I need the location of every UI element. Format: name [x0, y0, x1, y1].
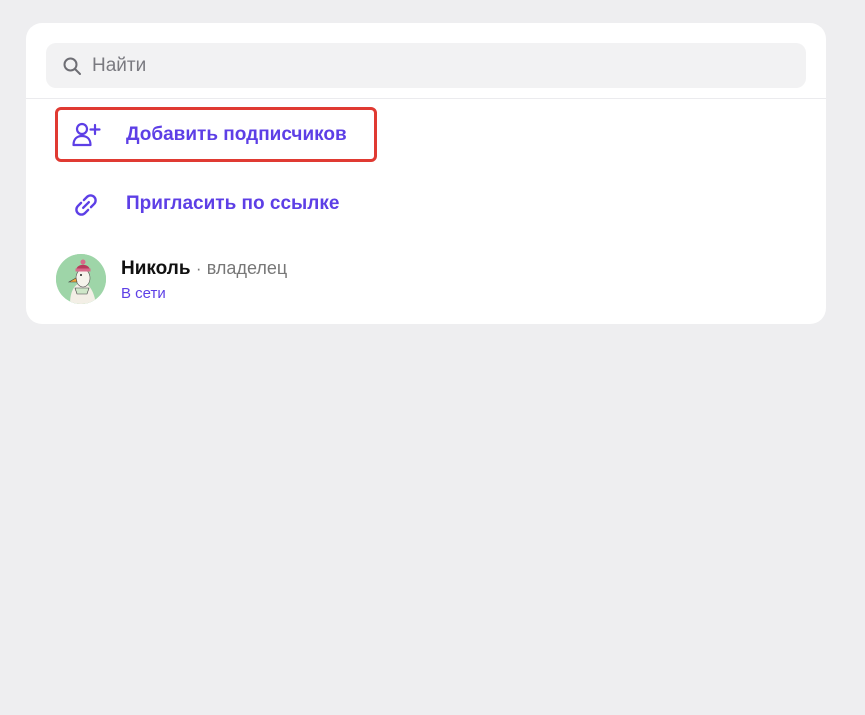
invite-by-link-label: Пригласить по ссылке — [126, 193, 340, 214]
search-bar[interactable] — [46, 43, 806, 88]
member-role: владелец — [206, 258, 288, 278]
link-icon — [75, 194, 97, 216]
search-input[interactable] — [92, 43, 792, 88]
avatar — [56, 254, 106, 304]
add-subscribers-button[interactable]: Добавить подписчиков — [55, 107, 377, 162]
member-separator: · — [195, 259, 202, 278]
member-row[interactable]: Николь · владелец В сети — [56, 254, 796, 304]
members-panel: Добавить подписчиков Пригласить по ссылк… — [26, 23, 826, 324]
member-name: Николь — [121, 258, 191, 279]
invite-by-link-button[interactable]: Пригласить по ссылке — [55, 177, 377, 232]
add-user-icon — [72, 122, 101, 147]
add-subscribers-label: Добавить подписчиков — [126, 124, 347, 145]
member-info: Николь · владелец — [121, 258, 287, 280]
member-status: В сети — [121, 285, 166, 302]
divider — [26, 98, 826, 99]
search-icon — [63, 57, 81, 75]
